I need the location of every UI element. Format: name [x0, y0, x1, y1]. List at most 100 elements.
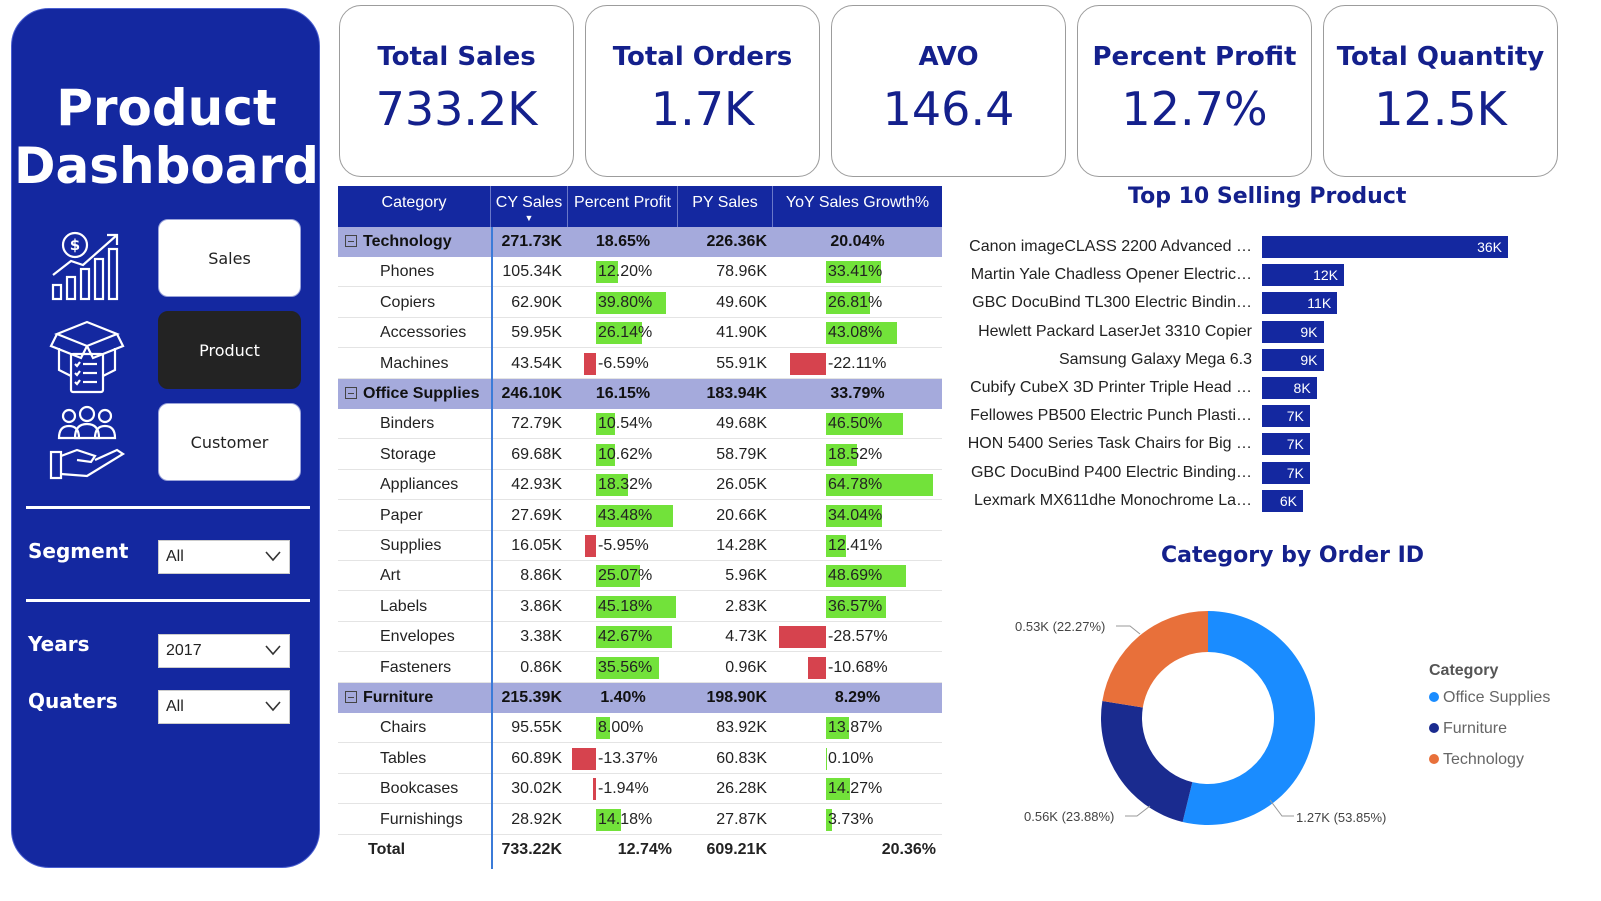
percent-profit-value: -6.59%: [598, 354, 649, 372]
total-percent-profit: 12.74%: [617, 841, 672, 858]
table-row[interactable]: Art 8.86K 25.07% 5.96K 48.69%: [338, 561, 942, 592]
py-sales-cell: 83.92K: [716, 719, 767, 737]
subcategory-name-cell: Supplies: [380, 537, 442, 554]
column-header-yoy-growth[interactable]: YoY Sales Growth%: [773, 186, 942, 227]
percent-profit-value: 10.62%: [598, 445, 653, 463]
kpi-label: Percent Profit: [1092, 42, 1297, 72]
donut-label-furniture: 0.56K (23.88%): [1024, 809, 1115, 824]
table-group-row[interactable]: Office Supplies 246.10K 16.15% 183.94K 33.79…: [338, 379, 942, 409]
table-row[interactable]: Chairs 95.55K 8.00% 83.92K 13.87%: [338, 713, 942, 744]
table-row[interactable]: Machines 43.54K -6.59% 55.91K -22.11%: [338, 349, 942, 379]
years-dropdown[interactable]: 2017: [158, 634, 290, 668]
table-row[interactable]: Copiers 62.90K 39.80% 49.60K 26.81%: [338, 288, 942, 318]
nav-customer-button[interactable]: Customer: [158, 403, 301, 481]
subcategory-name-cell: Appliances: [380, 476, 459, 494]
title-line-2: Dashboard: [14, 137, 319, 195]
cy-sales-cell: 42.93K: [511, 476, 562, 494]
py-sales-cell: 26.05K: [716, 476, 767, 494]
collapse-toggle-icon[interactable]: [345, 691, 357, 703]
yoy-growth-value: 18.52%: [828, 445, 883, 463]
table-row[interactable]: Phones 105.34K 12.20% 78.96K 33.41%: [338, 257, 942, 288]
table-row[interactable]: Furnishings 28.92K 14.18% 27.87K 3.73%: [338, 805, 942, 835]
yoy-growth-value: 36.57%: [828, 597, 883, 615]
table-group-row[interactable]: Furniture 215.39K 1.40% 198.90K 8.29%: [338, 683, 942, 713]
table-group-row[interactable]: Technology 271.73K 18.65% 226.36K 20.04%: [338, 227, 942, 257]
kpi-value: 12.7%: [1121, 82, 1268, 136]
percent-profit-cell: 18.65%: [595, 233, 651, 250]
cy-sales-cell: 62.90K: [511, 293, 562, 311]
table-row[interactable]: Fasteners 0.86K 35.56% 0.96K -10.68%: [338, 653, 942, 683]
years-value: 2017: [166, 642, 202, 659]
segment-value: All: [166, 548, 184, 565]
sales-chart-icon: $: [51, 231, 119, 301]
product-bar[interactable]: 6K: [1262, 489, 1303, 512]
table-row[interactable]: Bookcases 30.02K -1.94% 26.28K 14.27%: [338, 774, 942, 805]
table-row[interactable]: Labels 3.86K 45.18% 2.83K 36.57%: [338, 592, 942, 622]
collapse-toggle-icon[interactable]: [345, 235, 357, 247]
subcategory-name-cell: Chairs: [380, 719, 427, 737]
category-matrix-table: Category CY Sales ▼ Percent Profit PY Sa…: [338, 186, 942, 870]
legend-item-office-supplies[interactable]: Office Supplies: [1429, 689, 1550, 707]
group-name: Office Supplies: [363, 385, 480, 402]
product-bar[interactable]: 7K: [1262, 433, 1310, 456]
quarters-dropdown[interactable]: All: [158, 690, 290, 724]
py-sales-cell: 14.28K: [716, 537, 767, 554]
product-bar[interactable]: 9K: [1262, 320, 1324, 343]
cy-sales-cell: 271.73K: [501, 233, 563, 250]
cy-sales-cell: 27.69K: [511, 506, 562, 524]
product-label: GBC DocuBind P400 Electric Binding…: [970, 463, 1252, 481]
product-bar[interactable]: 9K: [1262, 348, 1324, 371]
column-header-cy-sales[interactable]: CY Sales ▼: [491, 186, 568, 227]
subcategory-name-cell: Machines: [380, 354, 449, 372]
product-bar[interactable]: 7K: [1262, 461, 1310, 484]
column-header-percent-profit[interactable]: Percent Profit: [568, 186, 678, 227]
product-bar[interactable]: 8K: [1262, 377, 1317, 399]
table-row[interactable]: Paper 27.69K 43.48% 20.66K 34.04%: [338, 501, 942, 531]
kpi-card-total-quantity: Total Quantity 12.5K: [1323, 5, 1558, 177]
subcategory-name-cell: Fasteners: [380, 658, 452, 676]
cy-sales-cell: 16.05K: [511, 537, 562, 554]
yoy-growth-value: 14.27%: [828, 780, 883, 798]
py-sales-cell: 20.66K: [716, 506, 767, 524]
cy-sales-cell: 69.68K: [511, 445, 562, 463]
percent-profit-value: 25.07%: [598, 567, 653, 585]
donut-legend-title: Category: [1429, 662, 1499, 679]
cy-sales-cell: 105.34K: [502, 263, 562, 281]
table-row[interactable]: Storage 69.68K 10.62% 58.79K 18.52%: [338, 440, 942, 470]
legend-item-technology[interactable]: Technology: [1429, 751, 1524, 769]
segment-dropdown[interactable]: All: [158, 540, 290, 574]
table-row[interactable]: Supplies 16.05K -5.95% 14.28K 12.41%: [338, 531, 942, 561]
table-row[interactable]: Envelopes 3.38K 42.67% 4.73K -28.57%: [338, 622, 942, 653]
table-total-row: Total 733.22K 12.74% 609.21K 20.36%: [338, 835, 942, 865]
subcategory-name-cell: Copiers: [380, 293, 436, 311]
collapse-toggle-icon[interactable]: [345, 387, 357, 399]
chevron-down-icon: [265, 701, 281, 712]
subcategory-name-cell: Furnishings: [380, 810, 463, 828]
py-sales-cell: 55.91K: [716, 354, 767, 372]
percent-profit-value: 10.54%: [598, 415, 653, 433]
table-row[interactable]: Binders 72.79K 10.54% 49.68K 46.50%: [338, 409, 942, 440]
column-header-py-sales[interactable]: PY Sales: [678, 186, 773, 227]
column-header-category[interactable]: Category: [338, 186, 491, 227]
product-bar[interactable]: 36K: [1262, 236, 1508, 258]
yoy-growth-cell: 8.29%: [834, 689, 881, 706]
subcategory-name-cell: Storage: [380, 445, 437, 463]
nav-sales-button[interactable]: Sales: [158, 219, 301, 297]
product-bar[interactable]: 11K: [1262, 292, 1338, 315]
percent-profit-bar: [585, 535, 596, 557]
product-bar[interactable]: 7K: [1262, 405, 1310, 428]
py-sales-cell: 5.96K: [725, 567, 767, 585]
table-row[interactable]: Accessories 59.95K 26.14% 41.90K 43.08%: [338, 318, 942, 349]
nav-product-button[interactable]: Product: [158, 311, 301, 389]
donut-label-technology: 0.53K (22.27%): [1015, 619, 1106, 634]
subcategory-name-cell: Tables: [380, 749, 427, 767]
product-bar[interactable]: 12K: [1262, 264, 1344, 287]
table-row[interactable]: Tables 60.89K -13.37% 60.83K 0.10%: [338, 744, 942, 774]
total-yoy-growth: 20.36%: [881, 841, 936, 858]
table-row[interactable]: Appliances 42.93K 18.32% 26.05K 64.78%: [338, 470, 942, 501]
percent-profit-value: 42.67%: [598, 628, 653, 646]
total-py-sales: 609.21K: [706, 841, 768, 858]
subcategory-name-cell: Bookcases: [380, 780, 459, 798]
legend-item-furniture[interactable]: Furniture: [1429, 720, 1507, 738]
percent-profit-cell: 16.15%: [595, 385, 651, 402]
